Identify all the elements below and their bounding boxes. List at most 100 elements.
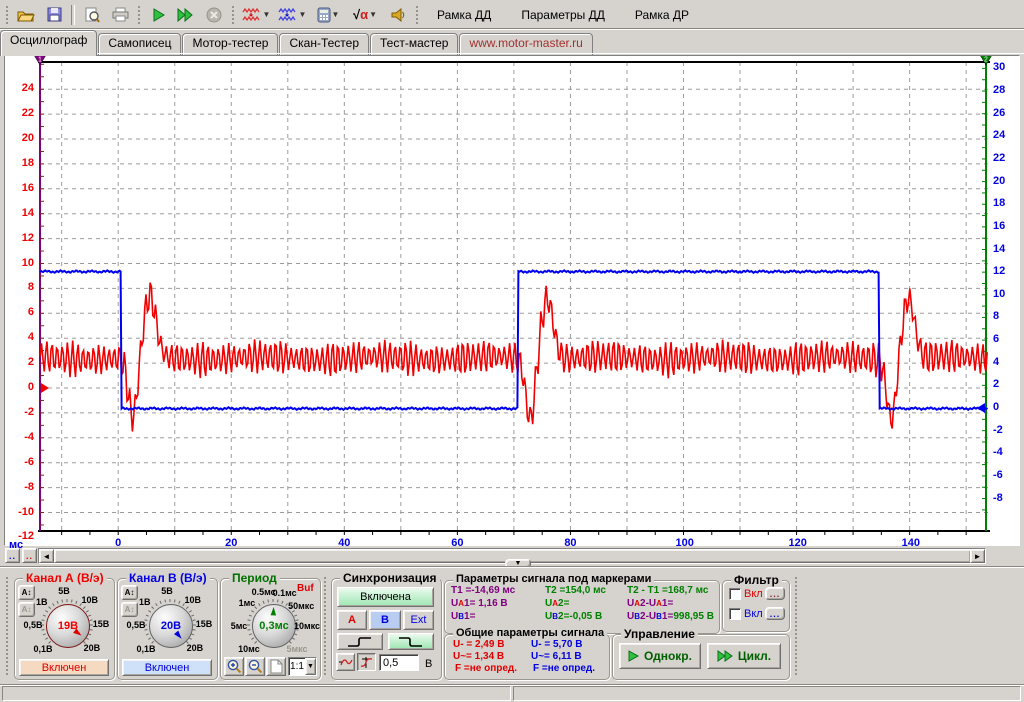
ratio-dropdown-arrow[interactable]: ▼ (305, 658, 316, 675)
scroll-right-button[interactable]: ► (970, 549, 985, 563)
sync-rising-edge-button[interactable] (337, 633, 383, 650)
ramka-dd-button[interactable]: Рамка ДД (428, 1, 500, 29)
channel-b-enabled-button[interactable]: Включен (122, 659, 212, 676)
autoscale-b2-button[interactable]: A↕ (121, 602, 138, 617)
sync-source-ext-button[interactable]: Ext (403, 610, 434, 630)
knob-value[interactable]: 20В (149, 604, 193, 648)
new-view-button[interactable] (266, 657, 286, 676)
open-file-button[interactable] (13, 3, 39, 27)
tab-0[interactable]: Осциллограф (0, 30, 97, 56)
y-axis-a-label: 16 (22, 182, 34, 194)
filter-b-more-button[interactable]: ... (765, 607, 785, 620)
sync-source-a-button[interactable]: А (337, 610, 367, 630)
autoscale-a-button[interactable]: A↕ (18, 585, 35, 600)
y-axis-a-label: 10 (22, 257, 34, 269)
sync-falling-edge-button[interactable] (388, 633, 434, 650)
filter-b-checkbox[interactable] (729, 608, 741, 620)
panel-grip[interactable] (323, 576, 328, 676)
filter-title: Фильтр (731, 573, 782, 587)
y-axis-b-label: 20 (993, 175, 1005, 187)
marker-param-cell: T2 =154,0 мс (545, 585, 606, 596)
channel-b-group: Канал В (В/э) 20В0,1В0,5В1В5В10В15В20В A… (117, 578, 218, 680)
sync-enabled-button[interactable]: Включена (337, 587, 434, 607)
sound-button[interactable] (385, 3, 411, 27)
sync-by-level-button[interactable] (336, 653, 355, 671)
blank-page-icon (270, 659, 283, 674)
autoscale-b-button[interactable]: A↕ (121, 585, 138, 600)
toolbar-grip[interactable] (137, 5, 141, 25)
filter-a-checkbox[interactable] (729, 588, 741, 600)
period-title: Период (229, 571, 280, 585)
y-axis-b-label: -2 (993, 424, 1003, 436)
knob-scale-label: 10В (81, 595, 98, 605)
print-preview-button[interactable] (79, 3, 105, 27)
marker-a-scroll-button[interactable]: .. (22, 548, 37, 563)
buffer-mode-label: Buf (297, 583, 314, 594)
knob-scale-label: 5мс (231, 621, 248, 631)
y-axis-b-label: 26 (993, 107, 1005, 119)
autoscale-a2-button[interactable]: A↕ (18, 602, 35, 617)
knob-scale-label: 1мс (239, 598, 256, 608)
y-axis-b-label: -4 (993, 446, 1003, 458)
y-axis-a-label: 4 (28, 331, 34, 343)
marker-param-cell: UВ2-UВ1=998,95 В (627, 611, 714, 622)
y-axis-a-label: 18 (22, 157, 34, 169)
floppy-icon (47, 7, 62, 22)
knob-scale-label: 10В (184, 595, 201, 605)
toolbar-grip[interactable] (5, 5, 9, 25)
knob-scale-label: 50мкс (288, 601, 314, 611)
period-knob[interactable]: 0,3мс10мс5мс1мс0.5мс0.1мс50мкс10мкс5мкс (221, 589, 320, 657)
zoom-out-button[interactable] (245, 657, 265, 676)
start-button[interactable] (145, 3, 171, 27)
scale-ratio-select[interactable]: 1:1 ▼ (288, 657, 317, 676)
marker-b-scroll-button[interactable]: .. (5, 548, 20, 563)
start-fast-button[interactable] (173, 3, 199, 27)
status-panel-right (513, 686, 1021, 701)
y-axis-b-label: 28 (993, 84, 1005, 96)
y-axis-b-label: -8 (993, 492, 1003, 504)
math-menu-button[interactable]: √α▼ (347, 3, 383, 27)
y-axis-b-label: 30 (993, 61, 1005, 73)
panel-grip[interactable] (794, 576, 799, 676)
toolbar-grip[interactable] (415, 5, 419, 25)
y-axis-b-label: 2 (993, 378, 999, 390)
dropdown-arrow-icon: ▼ (263, 10, 271, 19)
sync-level-input[interactable] (379, 654, 419, 671)
save-file-button[interactable] (41, 3, 67, 27)
control-title: Управление (621, 627, 698, 641)
oscilloscope-plot[interactable]: 12 242220181614121086420-2-4-6-8-10-1230… (4, 55, 1020, 546)
y-axis-a-label: 24 (22, 82, 34, 94)
filter-a-more-button[interactable]: ... (765, 587, 785, 600)
knob-value[interactable]: 19В (46, 604, 90, 648)
zoom-out-icon (248, 659, 263, 674)
channel-a-title: Канал А (В/э) (23, 571, 107, 585)
scroll-left-button[interactable]: ◄ (39, 549, 54, 563)
stop-button[interactable] (201, 3, 227, 27)
panel-grip[interactable] (5, 576, 10, 676)
knob-scale-label: 15В (93, 619, 110, 629)
toolbar-separator (71, 5, 75, 25)
cycle-run-button[interactable]: Цикл. (707, 643, 781, 669)
sync-level-cross-button[interactable] (357, 653, 376, 671)
y-axis-a-label: -10 (18, 506, 34, 518)
single-run-button[interactable]: Однокр. (619, 643, 701, 669)
y-axis-a-label: 0 (28, 381, 34, 393)
params-dd-button[interactable]: Параметры ДД (512, 1, 614, 29)
sync-source-b-button[interactable]: В (369, 610, 401, 630)
knob-scale-label: 10мс (238, 644, 260, 654)
blue-signal-menu-button[interactable]: ▼ (275, 3, 309, 27)
channel-a-enabled-button[interactable]: Включен (19, 659, 109, 676)
y-axis-b-label: 10 (993, 288, 1005, 300)
ch-b-dc-value: U- = 5,70 В (531, 639, 582, 650)
control-panel: Канал А (В/э) 19В0,1В0,5В1В5В10В15В20В A… (0, 568, 1024, 683)
zoom-in-button[interactable] (224, 657, 244, 676)
sqrt-alpha-icon: √α (353, 7, 368, 22)
calculator-menu-button[interactable]: ▼ (311, 3, 345, 27)
y-axis-a-label: 2 (28, 356, 34, 368)
toolbar-grip[interactable] (231, 5, 235, 25)
ramka-dr-button[interactable]: Рамка ДР (626, 1, 698, 29)
tab-bar: ОсциллографСамописецМотор-тестерСкан-Тес… (0, 29, 1024, 54)
red-signal-menu-button[interactable]: ▼ (239, 3, 273, 27)
knob-scale-label: 10мкс (294, 621, 320, 631)
print-button[interactable] (107, 3, 133, 27)
